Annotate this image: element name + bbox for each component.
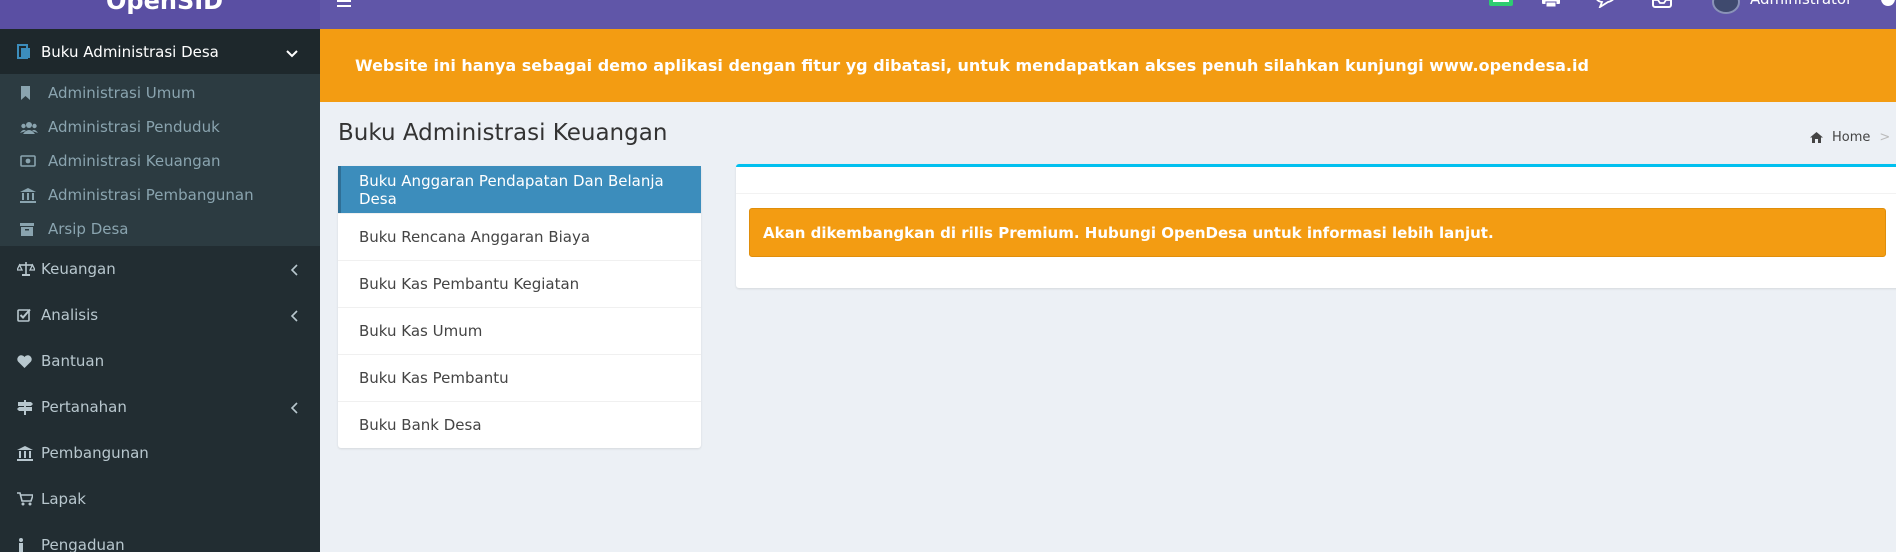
avatar[interactable] bbox=[1712, 0, 1740, 14]
sidebar-item-label: Lapak bbox=[41, 490, 86, 508]
sidebar: OpenSID Buku Administrasi Desa Administr… bbox=[0, 0, 320, 552]
sidebar-item-label: Pertanahan bbox=[41, 398, 127, 416]
chevron-down-icon bbox=[286, 44, 298, 62]
info-icon bbox=[17, 537, 41, 552]
chevron-left-icon bbox=[290, 262, 298, 280]
breadcrumb-home-link[interactable]: Home bbox=[1832, 130, 1870, 145]
sidebar-item-buku-administrasi-desa[interactable]: Buku Administrasi Desa bbox=[0, 29, 320, 74]
bank-icon bbox=[17, 445, 41, 461]
check-square-icon bbox=[17, 308, 41, 322]
list-item-label: Buku Kas Pembantu Kegiatan bbox=[359, 275, 580, 293]
box-header-divider bbox=[736, 193, 1896, 194]
book-list-item-kas-pembantu[interactable]: Buku Kas Pembantu bbox=[338, 354, 701, 401]
sidebar-item-label: Buku Administrasi Desa bbox=[41, 42, 219, 61]
sidebar-subitem-arsip-desa[interactable]: Arsip Desa bbox=[0, 212, 320, 246]
list-item-label: Buku Bank Desa bbox=[359, 416, 482, 434]
chat-icon[interactable] bbox=[1594, 0, 1616, 12]
sidebar-subitem-label: Administrasi Keuangan bbox=[48, 152, 221, 170]
demo-banner: Website ini hanya sebagai demo aplikasi … bbox=[320, 29, 1896, 102]
bookmark-icon bbox=[20, 86, 48, 100]
list-item-label: Buku Kas Pembantu bbox=[359, 369, 509, 387]
book-list: Buku Anggaran Pendapatan Dan Belanja Des… bbox=[338, 166, 701, 448]
book-list-item-kas-pembantu-kegiatan[interactable]: Buku Kas Pembantu Kegiatan bbox=[338, 260, 701, 307]
sidebar-subitem-label: Administrasi Penduduk bbox=[48, 118, 220, 136]
home-icon bbox=[1810, 132, 1823, 143]
sidebar-subitem-administrasi-penduduk[interactable]: Administrasi Penduduk bbox=[0, 110, 320, 144]
cart-icon bbox=[17, 492, 41, 506]
sidebar-subitem-label: Administrasi Pembangunan bbox=[48, 186, 254, 204]
breadcrumb: Home > bbox=[1810, 130, 1890, 145]
sidebar-item-bantuan[interactable]: Bantuan bbox=[0, 338, 320, 384]
book-icon bbox=[17, 44, 37, 59]
sidebar-item-label: Pengaduan bbox=[41, 536, 125, 552]
user-name[interactable]: Administrator bbox=[1750, 0, 1852, 8]
chevron-left-icon bbox=[290, 400, 298, 418]
premium-alert: Akan dikembangkan di rilis Premium. Hubu… bbox=[749, 208, 1886, 257]
sidebar-item-pengaduan[interactable]: Pengaduan bbox=[0, 522, 320, 552]
sidebar-item-label: Pembangunan bbox=[41, 444, 149, 462]
users-icon bbox=[20, 121, 48, 134]
archive-icon bbox=[20, 222, 48, 236]
book-list-item-kas-umum[interactable]: Buku Kas Umum bbox=[338, 307, 701, 354]
sidebar-subitem-administrasi-umum[interactable]: Administrasi Umum bbox=[0, 76, 320, 110]
book-list-item-rab[interactable]: Buku Rencana Anggaran Biaya bbox=[338, 213, 701, 260]
book-list-item-bank-desa[interactable]: Buku Bank Desa bbox=[338, 401, 701, 448]
sidebar-item-label: Keuangan bbox=[41, 260, 116, 278]
premium-alert-text: Akan dikembangkan di rilis Premium. Hubu… bbox=[763, 223, 1494, 242]
balance-scale-icon bbox=[17, 262, 41, 276]
menu-toggle-icon[interactable] bbox=[337, 0, 351, 13]
list-item-label: Buku Anggaran Pendapatan Dan Belanja Des… bbox=[359, 171, 664, 208]
page-title: Buku Administrasi Keuangan bbox=[338, 120, 668, 146]
top-navbar: Administrator bbox=[320, 0, 1896, 29]
heart-icon bbox=[17, 354, 41, 368]
print-icon[interactable] bbox=[1542, 0, 1560, 12]
sidebar-item-lapak[interactable]: Lapak bbox=[0, 476, 320, 522]
inbox-icon[interactable] bbox=[1652, 0, 1672, 12]
list-item-label: Buku Rencana Anggaran Biaya bbox=[359, 228, 591, 246]
sidebar-item-label: Bantuan bbox=[41, 352, 105, 370]
chevron-left-icon bbox=[290, 308, 298, 326]
demo-banner-text: Website ini hanya sebagai demo aplikasi … bbox=[355, 56, 1589, 75]
sidebar-item-label: Analisis bbox=[41, 306, 99, 324]
notification-icon[interactable] bbox=[1488, 0, 1514, 12]
sidebar-subitem-administrasi-pembangunan[interactable]: Administrasi Pembangunan bbox=[0, 178, 320, 212]
book-list-item-apbdes[interactable]: Buku Anggaran Pendapatan Dan Belanja Des… bbox=[338, 166, 701, 213]
brand-title: OpenSID bbox=[106, 0, 224, 15]
sidebar-item-analisis[interactable]: Analisis bbox=[0, 292, 320, 338]
bank-icon bbox=[20, 187, 48, 203]
sidebar-subitem-label: Arsip Desa bbox=[48, 220, 129, 238]
list-item-label: Buku Kas Umum bbox=[359, 322, 483, 340]
sidebar-item-pertanahan[interactable]: Pertanahan bbox=[0, 384, 320, 430]
content-box: Akan dikembangkan di rilis Premium. Hubu… bbox=[736, 164, 1896, 288]
sidebar-subitem-administrasi-keuangan[interactable]: Administrasi Keuangan bbox=[0, 144, 320, 178]
breadcrumb-separator: > bbox=[1879, 130, 1891, 145]
settings-icon[interactable] bbox=[1880, 0, 1896, 12]
money-icon bbox=[20, 155, 48, 167]
brand-logo[interactable]: OpenSID bbox=[0, 0, 320, 29]
sidebar-item-keuangan[interactable]: Keuangan bbox=[0, 246, 320, 292]
submenu: Administrasi Umum Administrasi Penduduk … bbox=[0, 74, 320, 246]
sidebar-item-pembangunan[interactable]: Pembangunan bbox=[0, 430, 320, 476]
signpost-icon bbox=[17, 399, 41, 415]
sidebar-subitem-label: Administrasi Umum bbox=[48, 84, 196, 102]
